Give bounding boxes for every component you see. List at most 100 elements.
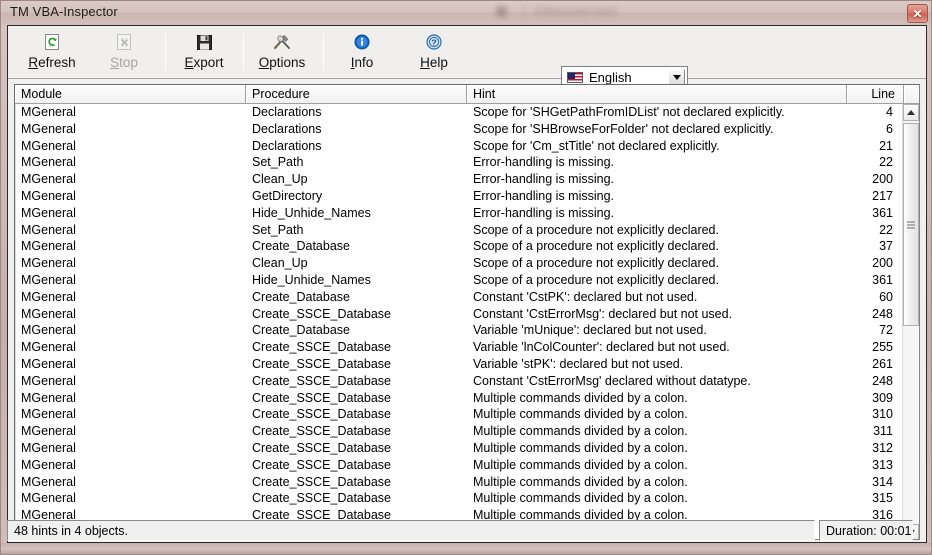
table-row[interactable]: MGeneral Create_SSCE_Database Variable 'st… <box>15 356 904 373</box>
cell-line: 310 <box>872 407 893 422</box>
cell-hint: Error-handling is missing. <box>473 205 615 220</box>
cell-hint: Scope of a procedure not explicitly decl… <box>473 272 719 287</box>
cell-hint: Multiple commands divided by a colon. <box>473 424 688 439</box>
cell-line: 248 <box>872 306 893 321</box>
save-disk-icon <box>196 32 212 52</box>
table-row[interactable]: MGeneral Set_Path Error-handling is missin… <box>15 154 904 171</box>
table-row[interactable]: MGeneral Declarations Scope for 'Cm_stTitl… <box>15 138 904 155</box>
obscured-divider <box>524 5 525 19</box>
cell-line: 22 <box>879 155 893 170</box>
table-row[interactable]: MGeneral Create_SSCE_Database Constant 'Cs… <box>15 373 904 390</box>
table-row[interactable]: MGeneral Hide_Unhide_Names Error-handling … <box>15 205 904 222</box>
table-row[interactable]: MGeneral Create_SSCE_Database Constant 'Cs… <box>15 306 904 323</box>
cell-hint: Constant 'CstErrorMsg' declared without … <box>473 373 751 388</box>
table-row[interactable]: MGeneral Create_SSCE_Database Multiple com… <box>15 490 904 507</box>
table-row[interactable]: MGeneral Hide_Unhide_Names Scope of a proc… <box>15 272 904 289</box>
header-corner <box>904 85 919 104</box>
cell-hint: Variable 'mUnique': declared but not use… <box>473 323 707 338</box>
column-header-procedure[interactable]: Procedure <box>246 85 467 104</box>
table-row[interactable]: MGeneral Clean_Up Scope of a procedure not… <box>15 255 904 272</box>
window-bottom-edge <box>1 543 931 554</box>
cell-module: MGeneral <box>21 222 76 237</box>
column-header-module[interactable]: Module <box>15 85 246 104</box>
cell-hint: Scope for 'Cm_stTitle' not declared expl… <box>473 138 720 153</box>
cell-hint: Scope for 'SHBrowseForFolder' not declar… <box>473 121 774 136</box>
cell-procedure: Create_SSCE_Database <box>252 306 391 321</box>
cell-line: 6 <box>886 121 893 136</box>
close-button[interactable]: ✕ <box>907 4 928 23</box>
toolbar-separator-1 <box>165 33 166 71</box>
cell-line: 72 <box>879 323 893 338</box>
table-row[interactable]: MGeneral Declarations Scope for 'SHGetPath… <box>15 104 904 121</box>
table-row[interactable]: MGeneral Clean_Up Error-handling is missin… <box>15 171 904 188</box>
vertical-scrollbar[interactable] <box>902 104 919 539</box>
cell-procedure: Hide_Unhide_Names <box>252 205 371 220</box>
cell-module: MGeneral <box>21 407 76 422</box>
cell-line: 4 <box>886 105 893 119</box>
table-row[interactable]: MGeneral Create_SSCE_Database Multiple com… <box>15 423 904 440</box>
cell-procedure: Declarations <box>252 105 322 119</box>
caret-up-icon <box>907 110 915 115</box>
cell-module: MGeneral <box>21 440 76 455</box>
table-row[interactable]: MGeneral Create_Database Scope of a proced… <box>15 238 904 255</box>
scroll-up-button[interactable] <box>903 104 919 121</box>
table-row[interactable]: MGeneral Create_SSCE_Database Variable 'ln… <box>15 339 904 356</box>
cell-hint: Scope of a procedure not explicitly decl… <box>473 256 719 271</box>
cell-procedure: Create_SSCE_Database <box>252 457 391 472</box>
stop-button[interactable]: Stop <box>88 28 160 76</box>
table-row[interactable]: MGeneral Create_SSCE_Database Multiple com… <box>15 440 904 457</box>
table-row[interactable]: MGeneral GetDirectory Error-handling is mi… <box>15 188 904 205</box>
cell-module: MGeneral <box>21 373 76 388</box>
cell-line: 361 <box>872 272 893 287</box>
table-row[interactable]: MGeneral Create_SSCE_Database Multiple com… <box>15 474 904 491</box>
options-button[interactable]: Options <box>246 28 318 76</box>
table-row[interactable]: MGeneral Create_Database Constant 'CstPK':… <box>15 289 904 306</box>
scrollbar-thumb[interactable] <box>903 123 919 326</box>
table-row[interactable]: MGeneral Create_Database Variable 'mUnique… <box>15 322 904 339</box>
status-hints-panel: 48 hints in 4 objects. <box>7 520 815 541</box>
cell-line: 312 <box>872 440 893 455</box>
table-row[interactable]: MGeneral Create_SSCE_Database Multiple com… <box>15 390 904 407</box>
table-row[interactable]: MGeneral Create_SSCE_Database Multiple com… <box>15 457 904 474</box>
cell-line: 309 <box>872 390 893 405</box>
cell-procedure: Create_SSCE_Database <box>252 340 391 355</box>
listview-body[interactable]: MGeneral Declarations Scope for 'SHGetPath… <box>15 104 904 539</box>
cell-hint: Multiple commands divided by a colon. <box>473 407 688 422</box>
cell-module: MGeneral <box>21 256 76 271</box>
cell-module: MGeneral <box>21 239 76 254</box>
refresh-button-label: Refresh <box>28 55 76 70</box>
cell-line: 217 <box>872 188 893 203</box>
help-button[interactable]: ? Help <box>398 28 470 76</box>
obscured-glyph <box>496 6 507 17</box>
column-header-hint[interactable]: Hint <box>467 85 847 104</box>
export-button[interactable]: Export <box>168 28 240 76</box>
cell-line: 315 <box>872 491 893 506</box>
table-row[interactable]: MGeneral Set_Path Scope of a procedure not… <box>15 222 904 239</box>
refresh-button[interactable]: Refresh <box>16 28 88 76</box>
chevron-down-icon[interactable] <box>668 69 685 85</box>
title-bar[interactable]: TM VBA-Inspector (Obscured text) ✕ <box>1 1 931 25</box>
cell-procedure: Create_SSCE_Database <box>252 491 391 506</box>
cell-module: MGeneral <box>21 272 76 287</box>
cell-line: 255 <box>872 340 893 355</box>
obscured-text: (Obscured text) <box>534 4 617 18</box>
cell-module: MGeneral <box>21 457 76 472</box>
cell-line: 361 <box>872 205 893 220</box>
cell-procedure: Set_Path <box>252 222 304 237</box>
cell-module: MGeneral <box>21 474 76 489</box>
scrollbar-grip-icon <box>907 221 915 228</box>
cell-hint: Variable 'stPK': declared but not used. <box>473 356 684 371</box>
table-row[interactable]: MGeneral Declarations Scope for 'SHBrowseF… <box>15 121 904 138</box>
table-row[interactable]: MGeneral Create_SSCE_Database Multiple com… <box>15 406 904 423</box>
svg-text:?: ? <box>431 37 436 47</box>
toolbar-separator-2 <box>243 33 244 71</box>
cell-hint: Multiple commands divided by a colon. <box>473 474 688 489</box>
cell-module: MGeneral <box>21 390 76 405</box>
info-button[interactable]: Info <box>326 28 398 76</box>
hints-listview[interactable]: Module Procedure Hint Line MGeneral Decla… <box>14 84 920 540</box>
cell-procedure: Set_Path <box>252 155 304 170</box>
cell-hint: Scope for 'SHGetPathFromIDList' not decl… <box>473 105 785 119</box>
cell-procedure: GetDirectory <box>252 188 323 203</box>
status-bar: 48 hints in 4 objects. Duration: 00:01 <box>7 520 913 541</box>
column-header-line[interactable]: Line <box>847 85 904 104</box>
